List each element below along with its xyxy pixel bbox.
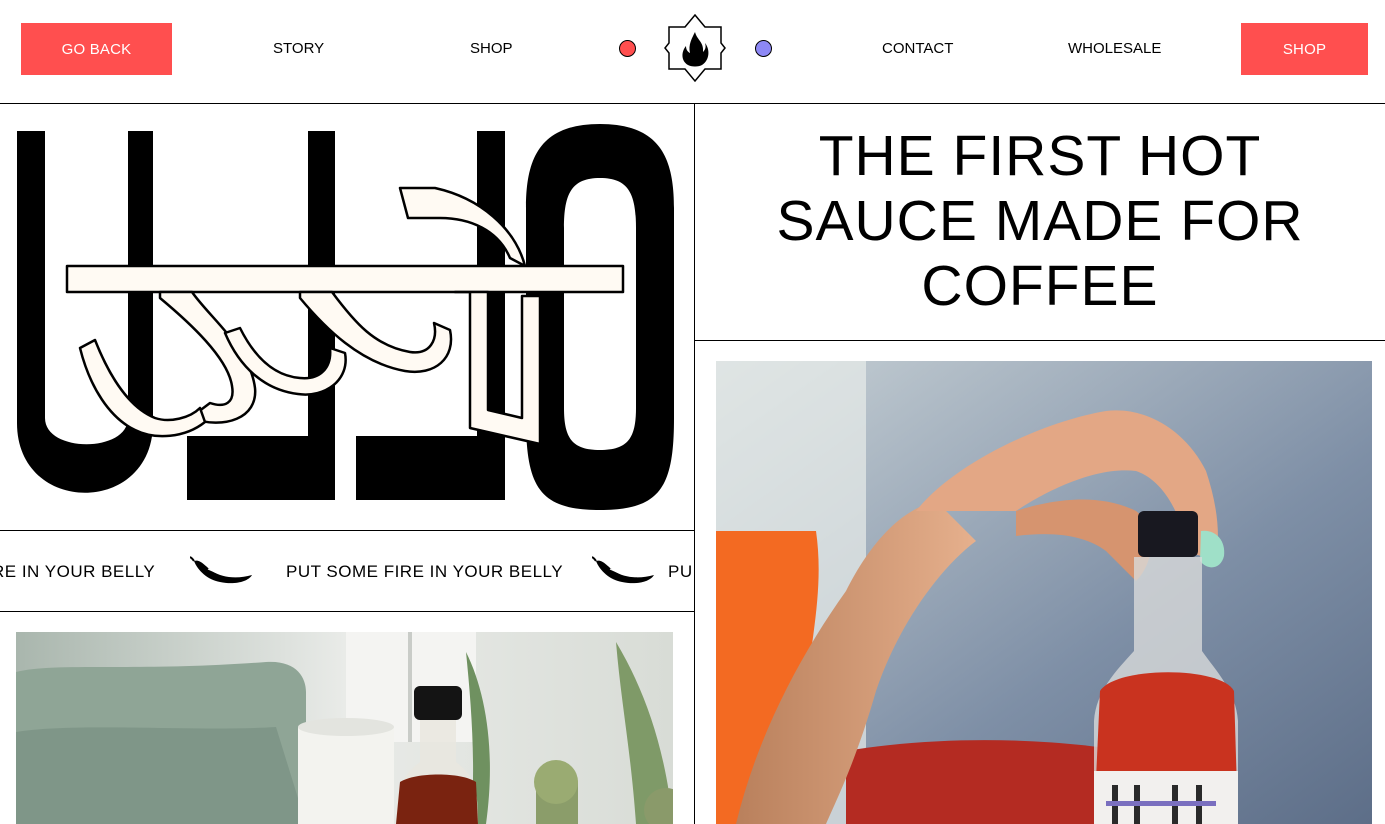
- headline-line-1: THE FIRST HOT: [818, 124, 1262, 188]
- chili-pepper-icon: [190, 556, 252, 584]
- nav-link-wholesale[interactable]: WHOLESALE: [1068, 40, 1161, 57]
- red-dot-decoration: [619, 40, 636, 57]
- site-header: GO BACK STORY SHOP CONTACT WHOLESALE SHO…: [0, 0, 1385, 104]
- shop-button[interactable]: SHOP: [1241, 23, 1368, 75]
- marquee-text: RE IN YOUR BELLY: [0, 562, 156, 581]
- headline-line-2: SAUCE MADE FOR: [776, 189, 1304, 253]
- flame-star-icon[interactable]: [664, 14, 726, 82]
- product-photo-table: [16, 632, 673, 824]
- marquee-banner: RE IN YOUR BELLY PUT SOME FIRE IN YOUR B…: [0, 531, 694, 611]
- nav-link-contact[interactable]: CONTACT: [882, 40, 953, 57]
- headline-line-3: COFFEE: [921, 254, 1159, 318]
- marquee-text: PU: [668, 562, 693, 581]
- nav-link-story[interactable]: STORY: [273, 40, 324, 57]
- row-divider: [695, 340, 1385, 341]
- nav-link-shop[interactable]: SHOP: [470, 40, 513, 57]
- row-divider: [0, 611, 694, 612]
- marquee-text: PUT SOME FIRE IN YOUR BELLY: [286, 562, 564, 581]
- blue-dot-decoration: [755, 40, 772, 57]
- product-photo-hand: [716, 361, 1372, 824]
- go-back-button[interactable]: GO BACK: [21, 23, 172, 75]
- hero-headline: THE FIRST HOT SAUCE MADE FOR COFFEE: [695, 124, 1385, 319]
- brand-logo: [17, 124, 674, 510]
- chili-pepper-icon: [592, 556, 654, 584]
